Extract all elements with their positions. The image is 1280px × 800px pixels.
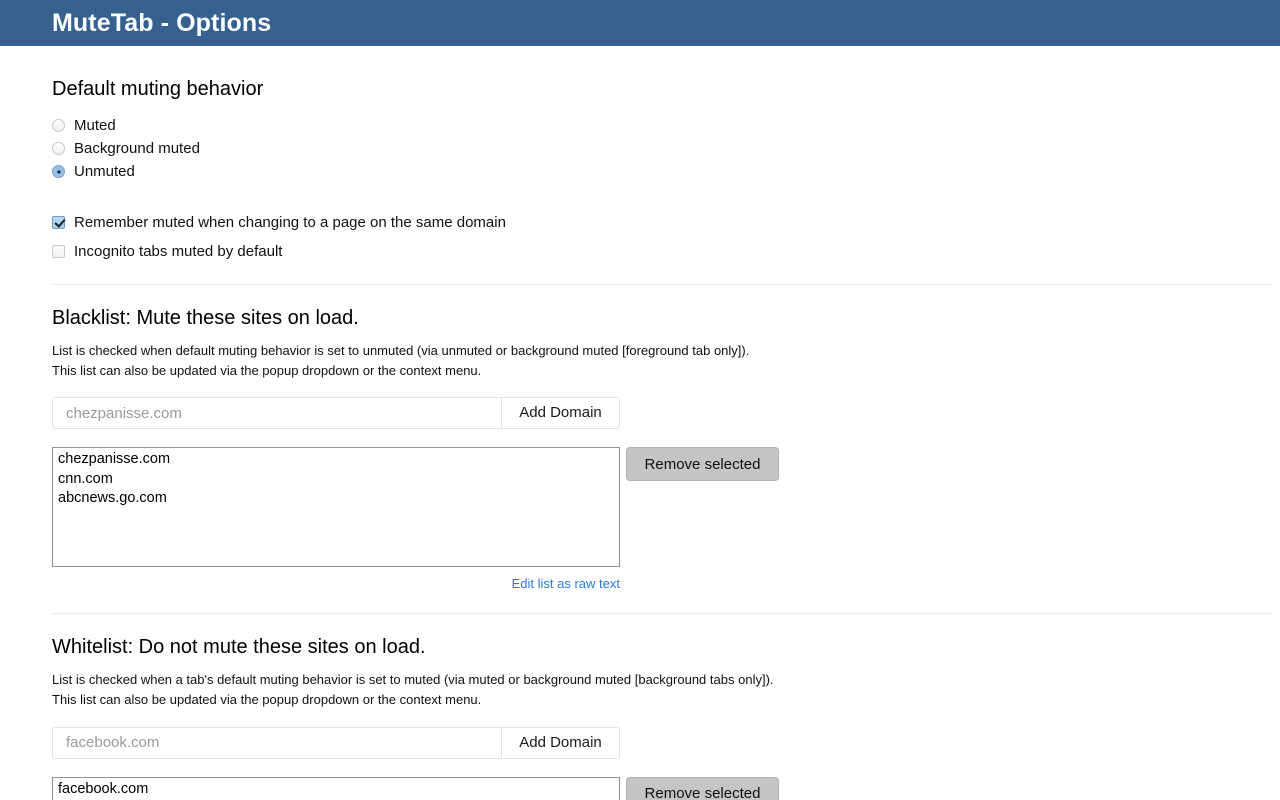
default-muting-behavior-section: Default muting behavior Muted Background… [52,46,1228,262]
muting-behavior-radio-group: Muted Background muted Unmuted [52,114,1228,183]
blacklist-description-line-1: List is checked when default muting beha… [52,343,749,358]
blacklist-heading: Blacklist: Mute these sites on load. [52,307,1228,329]
page-title: MuteTab - Options [52,11,271,36]
radio-icon-unmuted[interactable] [52,165,65,178]
checkbox-label-remember-muted: Remember muted when changing to a page o… [74,215,506,230]
blacklist-section: Blacklist: Mute these sites on load. Lis… [52,285,1228,593]
checkbox-icon-remember-muted[interactable] [52,216,65,229]
whitelist-heading: Whitelist: Do not mute these sites on lo… [52,636,1228,658]
list-item[interactable]: chezpanisse.com [56,450,616,470]
blacklist-add-domain-row: Add Domain [52,397,620,429]
radio-icon-background-muted[interactable] [52,142,65,155]
radio-label-unmuted: Unmuted [74,164,135,179]
radio-option-muted[interactable]: Muted [52,114,1228,137]
list-item[interactable]: cnn.com [56,470,616,490]
blacklist-listbox[interactable]: chezpanisse.com cnn.com abcnews.go.com [52,447,620,567]
whitelist-description: List is checked when a tab's default mut… [52,670,792,710]
options-title-bar: MuteTab - Options [0,0,1280,46]
default-muting-behavior-heading: Default muting behavior [52,78,1228,100]
radio-option-unmuted[interactable]: Unmuted [52,160,1228,183]
blacklist-description-line-2: This list can also be updated via the po… [52,363,481,378]
whitelist-listbox[interactable]: facebook.com [52,777,620,800]
radio-label-background-muted: Background muted [74,141,200,156]
radio-option-background-muted[interactable]: Background muted [52,137,1228,160]
whitelist-remove-selected-button[interactable]: Remove selected [626,777,779,800]
behavior-checkbox-group: Remember muted when changing to a page o… [52,211,1228,262]
blacklist-edit-raw-text-link[interactable]: Edit list as raw text [512,576,620,591]
list-item[interactable]: abcnews.go.com [56,489,616,509]
checkbox-icon-incognito-muted[interactable] [52,245,65,258]
blacklist-list-row: chezpanisse.com cnn.com abcnews.go.com R… [52,447,1228,567]
checkbox-row-remember-muted[interactable]: Remember muted when changing to a page o… [52,211,1228,233]
whitelist-list-row: facebook.com Remove selected [52,777,1228,800]
list-item[interactable]: facebook.com [56,780,616,800]
blacklist-remove-selected-button[interactable]: Remove selected [626,447,779,481]
blacklist-domain-input[interactable] [53,398,501,428]
radio-icon-muted[interactable] [52,119,65,132]
whitelist-add-domain-button[interactable]: Add Domain [501,728,619,758]
radio-label-muted: Muted [74,118,116,133]
checkbox-row-incognito-muted[interactable]: Incognito tabs muted by default [52,240,1228,262]
whitelist-section: Whitelist: Do not mute these sites on lo… [52,614,1228,800]
whitelist-description-line-1: List is checked when a tab's default mut… [52,672,734,687]
whitelist-domain-input[interactable] [53,728,501,758]
options-page-body: Default muting behavior Muted Background… [0,46,1280,800]
blacklist-raw-link-wrap: Edit list as raw text [52,575,620,593]
whitelist-add-domain-row: Add Domain [52,727,620,759]
blacklist-add-domain-button[interactable]: Add Domain [501,398,619,428]
checkbox-label-incognito-muted: Incognito tabs muted by default [74,244,282,259]
blacklist-description: List is checked when default muting beha… [52,341,792,381]
